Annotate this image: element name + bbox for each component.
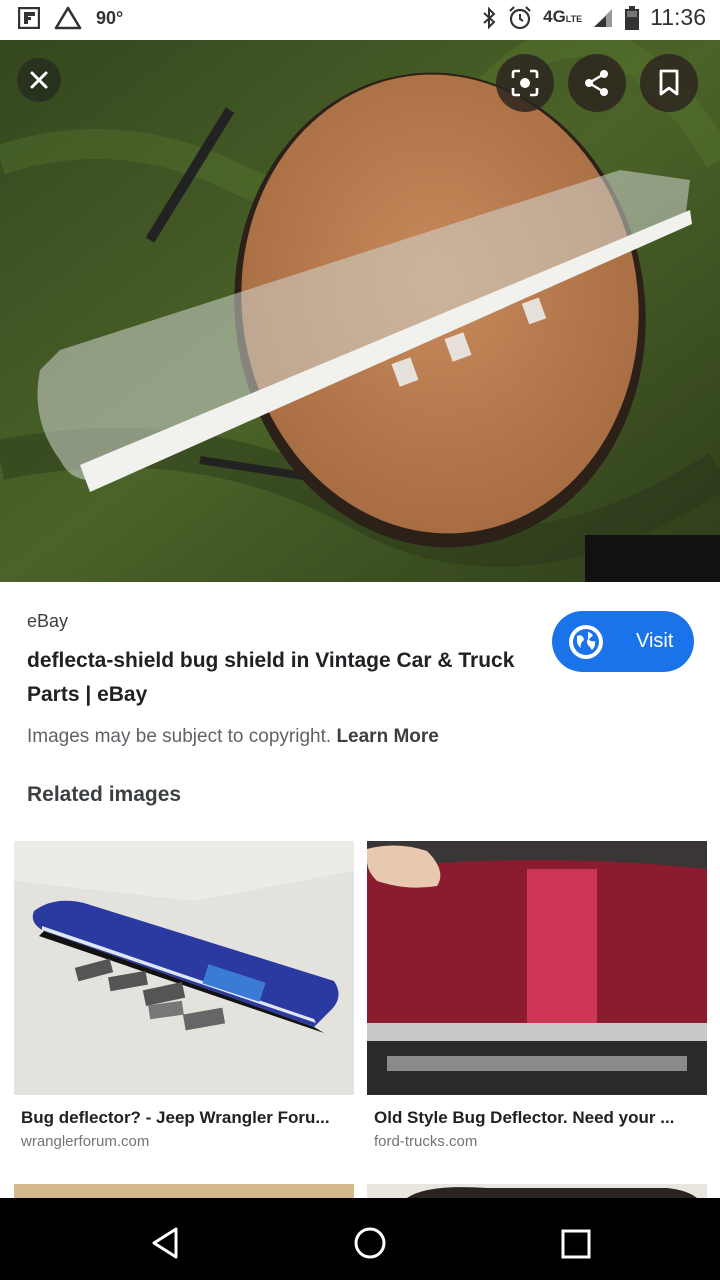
bookmark-icon	[659, 69, 679, 96]
related-image-domain: ford-trucks.com	[374, 1133, 478, 1150]
alarm-icon	[509, 5, 531, 29]
related-images-heading: Related images	[27, 783, 182, 806]
related-image-thumbnail[interactable]	[367, 1184, 707, 1198]
save-button[interactable]	[640, 54, 698, 112]
related-image-thumbnail[interactable]	[14, 1184, 354, 1198]
close-icon	[30, 71, 48, 89]
clock: 11:36	[650, 4, 706, 30]
share-button[interactable]	[568, 54, 626, 112]
page-title[interactable]: deflecta-shield bug shield in Vintage Ca…	[27, 644, 527, 712]
related-image-card[interactable]: Old Style Bug Deflector. Need your ... f…	[367, 841, 707, 1150]
related-image-thumbnail[interactable]	[14, 841, 354, 1095]
lens-icon	[511, 69, 539, 97]
status-bar: 90° 4GLTE 11:36	[0, 0, 720, 40]
lens-button[interactable]	[496, 54, 554, 112]
signal-icon	[594, 8, 613, 27]
temperature: 90°	[96, 7, 124, 28]
recents-icon[interactable]	[560, 1228, 592, 1260]
learn-more-link[interactable]: Learn More	[336, 726, 438, 747]
close-button[interactable]	[17, 58, 61, 102]
related-image-domain: wranglerforum.com	[21, 1133, 150, 1150]
source-name: eBay	[27, 611, 69, 631]
warning-icon	[54, 6, 82, 30]
visit-label: Visit	[636, 630, 674, 652]
globe-icon	[569, 624, 603, 659]
copyright-notice: Images may be subject to copyright. Lear…	[27, 726, 439, 747]
home-icon[interactable]	[353, 1226, 387, 1260]
bluetooth-icon	[483, 6, 496, 29]
share-icon	[585, 70, 608, 96]
related-image-thumbnail[interactable]	[367, 841, 707, 1095]
network-type: 4GLTE	[543, 6, 583, 26]
navigation-bar	[0, 1198, 720, 1280]
bug-shield-photo	[0, 40, 720, 582]
battery-icon	[625, 5, 640, 30]
visit-button[interactable]: Visit	[552, 611, 694, 672]
main-image[interactable]	[0, 40, 720, 582]
related-image-title[interactable]: Old Style Bug Deflector. Need your ...	[374, 1108, 700, 1128]
flipboard-icon	[18, 7, 40, 29]
back-icon[interactable]	[148, 1226, 182, 1260]
related-image-title[interactable]: Bug deflector? - Jeep Wrangler Foru...	[21, 1108, 347, 1128]
related-image-card[interactable]: Bug deflector? - Jeep Wrangler Foru... w…	[14, 841, 354, 1150]
